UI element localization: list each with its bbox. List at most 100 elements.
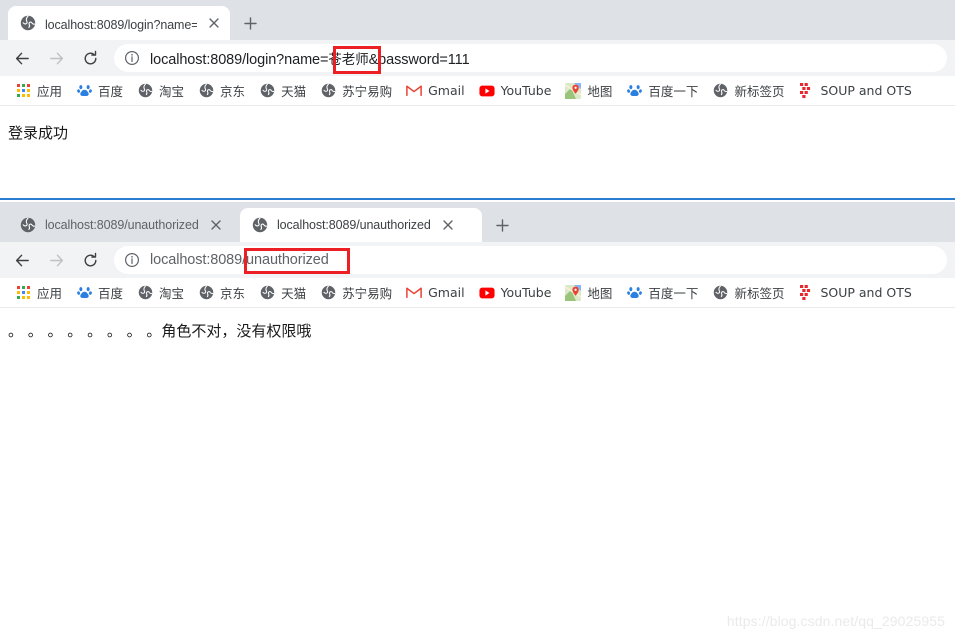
bookmark-label: 百度 xyxy=(98,84,124,99)
globe-icon xyxy=(137,83,153,99)
bookmark-item-1[interactable]: 应用 xyxy=(8,281,69,305)
reload-icon[interactable] xyxy=(76,44,104,72)
maps-pin-icon xyxy=(565,284,582,301)
bookmark-label: 天猫 xyxy=(281,84,307,99)
gmail-icon xyxy=(406,285,422,301)
bookmark-label: SOUP and OTS xyxy=(820,83,912,98)
bookmark-item-10[interactable]: 百度一下 xyxy=(619,79,705,103)
globe-icon xyxy=(259,285,275,301)
bookmark-item-6[interactable]: 苏宁易购 xyxy=(313,281,399,305)
bookmark-item-4[interactable]: 京东 xyxy=(191,281,252,305)
toolbar-top: localhost:8089/login?name=苍老师&password=1… xyxy=(0,40,955,76)
url-prefix: localhost:8089/login?name= xyxy=(150,52,329,68)
globe-icon xyxy=(137,285,153,301)
forward-arrow-icon xyxy=(42,44,70,72)
bookmark-label: 苏宁易购 xyxy=(342,286,393,301)
youtube-icon xyxy=(479,83,495,99)
new-tab-button[interactable] xyxy=(236,9,264,37)
baidu-paw-icon xyxy=(626,285,642,301)
bookmark-label: 百度一下 xyxy=(648,84,699,99)
forward-arrow-icon xyxy=(42,246,70,274)
browser-window-bottom: localhost:8089/unauthorized localhost:80… xyxy=(0,202,955,636)
bookmark-label: Gmail xyxy=(428,83,465,98)
youtube-icon xyxy=(479,285,495,301)
globe-icon xyxy=(712,83,728,99)
globe-icon xyxy=(20,15,36,31)
url-prefix: localhost:8089/ xyxy=(150,252,247,268)
bookmark-item-3[interactable]: 淘宝 xyxy=(130,79,191,103)
close-icon[interactable] xyxy=(440,217,456,233)
soup-dots-icon xyxy=(798,83,814,99)
globe-icon xyxy=(320,83,336,99)
url-suffix: &password=111 xyxy=(368,52,470,68)
bookmark-item-5[interactable]: 天猫 xyxy=(252,281,313,305)
bookmark-item-2[interactable]: 百度 xyxy=(69,281,130,305)
browser-tab-unauthorized-2[interactable]: localhost:8089/unauthorized xyxy=(240,208,482,242)
bookmark-item-8[interactable]: YouTube xyxy=(472,281,559,305)
window-divider xyxy=(0,198,955,200)
bookmark-item-4[interactable]: 京东 xyxy=(191,79,252,103)
info-circle-icon[interactable] xyxy=(124,252,140,268)
tab-strip-bottom: localhost:8089/unauthorized localhost:80… xyxy=(0,202,955,242)
bookmark-label: Gmail xyxy=(428,285,465,300)
bookmark-item-8[interactable]: YouTube xyxy=(472,79,559,103)
address-bar-top[interactable]: localhost:8089/login?name=苍老师&password=1… xyxy=(114,44,947,74)
bookmark-label: 京东 xyxy=(220,84,246,99)
info-circle-icon[interactable] xyxy=(124,50,140,66)
globe-icon xyxy=(198,285,214,301)
close-icon[interactable] xyxy=(206,15,222,31)
bookmark-label: 新标签页 xyxy=(734,84,785,99)
soup-dots-icon xyxy=(798,285,814,301)
bookmark-item-2[interactable]: 百度 xyxy=(69,79,130,103)
bookmark-item-12[interactable]: SOUP and OTS xyxy=(791,281,918,305)
back-arrow-icon[interactable] xyxy=(8,44,36,72)
bookmark-item-11[interactable]: 新标签页 xyxy=(705,79,791,103)
browser-tab-login[interactable]: localhost:8089/login?name=苍 xyxy=(8,6,230,40)
url-text-bottom: localhost:8089/unauthorized xyxy=(150,252,329,268)
bookmark-item-12[interactable]: SOUP and OTS xyxy=(791,79,918,103)
baidu-paw-icon xyxy=(626,83,642,99)
gmail-icon xyxy=(406,83,422,99)
bookmark-item-3[interactable]: 淘宝 xyxy=(130,281,191,305)
browser-tab-unauthorized-1[interactable]: localhost:8089/unauthorized xyxy=(8,208,240,242)
url-text-top: localhost:8089/login?name=苍老师&password=1… xyxy=(150,48,470,68)
globe-icon xyxy=(712,285,728,301)
tab-title: localhost:8089/unauthorized xyxy=(45,218,199,232)
page-viewport-bottom: 。 。 。 。 。 。 。 。角色不对，没有权限哦 xyxy=(0,308,955,635)
bookmark-item-6[interactable]: 苏宁易购 xyxy=(313,79,399,103)
apps-grid-icon xyxy=(15,285,31,301)
bookmark-label: 新标签页 xyxy=(734,286,785,301)
maps-pin-icon xyxy=(565,82,582,99)
bookmark-item-11[interactable]: 新标签页 xyxy=(705,281,791,305)
back-arrow-icon[interactable] xyxy=(8,246,36,274)
tab-title: localhost:8089/login?name=苍 xyxy=(45,17,197,32)
globe-icon xyxy=(259,83,275,99)
login-success-message: 登录成功 xyxy=(8,124,69,142)
close-icon[interactable] xyxy=(208,217,224,233)
bookmark-item-10[interactable]: 百度一下 xyxy=(619,281,705,305)
tab-strip-top: localhost:8089/login?name=苍 xyxy=(0,0,955,40)
bookmark-label: YouTube xyxy=(500,83,552,98)
bookmark-item-9[interactable]: 地图 xyxy=(558,79,619,103)
url-highlight: 苍老师 xyxy=(328,52,369,68)
bookmark-label: 淘宝 xyxy=(159,286,185,301)
bookmark-label: 地图 xyxy=(587,84,613,99)
address-bar-bottom[interactable]: localhost:8089/unauthorized xyxy=(114,246,947,274)
bookmark-item-7[interactable]: Gmail xyxy=(399,281,471,305)
bookmark-item-9[interactable]: 地图 xyxy=(558,281,619,305)
bookmark-label: 京东 xyxy=(220,286,246,301)
watermark: https://blog.csdn.net/qq_29025955 xyxy=(726,613,945,629)
bookmark-label: 应用 xyxy=(37,286,63,301)
baidu-paw-icon xyxy=(76,285,92,301)
bookmark-item-7[interactable]: Gmail xyxy=(399,79,471,103)
new-tab-button[interactable] xyxy=(488,211,516,239)
bookmark-label: 百度 xyxy=(98,286,124,301)
browser-window-top: localhost:8089/login?name=苍 localhost:80… xyxy=(0,0,955,198)
bookmark-item-1[interactable]: 应用 xyxy=(8,79,69,103)
bookmark-label: 地图 xyxy=(587,286,613,301)
bookmarks-bar-bottom: 应用 百度 淘宝 京东 天猫 苏宁易购 Gmail YouTube 地图 百度一下 新标签页 SOUP… xyxy=(0,278,955,308)
bookmark-label: SOUP and OTS xyxy=(820,285,912,300)
bookmark-item-5[interactable]: 天猫 xyxy=(252,79,313,103)
reload-icon[interactable] xyxy=(76,246,104,274)
apps-grid-icon xyxy=(15,83,31,99)
